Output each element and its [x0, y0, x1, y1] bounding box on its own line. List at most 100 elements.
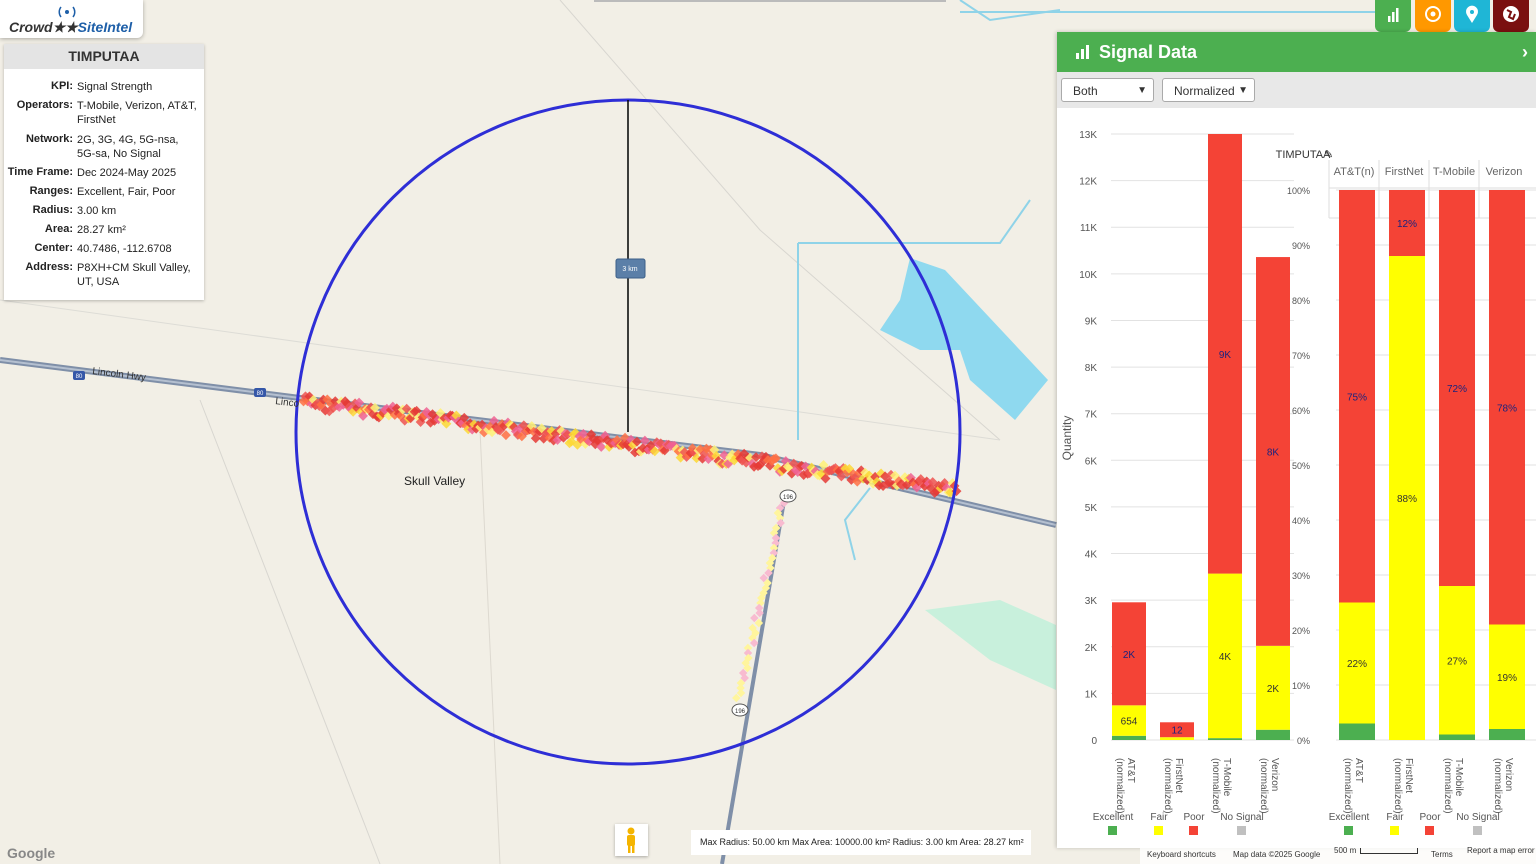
legend-label: No Signal — [1220, 812, 1263, 823]
legend-label: Poor — [1183, 812, 1205, 823]
chevron-down-icon: ▼ — [1137, 85, 1147, 96]
bar-chart-icon — [1388, 8, 1399, 22]
bar-segment — [1160, 737, 1194, 740]
charts-button[interactable] — [1375, 0, 1411, 32]
x-tick-label: (normalized) — [1392, 758, 1403, 814]
y-tick-label: 10% — [1292, 681, 1310, 691]
bar-data-label: 12% — [1397, 219, 1417, 230]
y-tick-label: 30% — [1292, 571, 1310, 581]
mode-select[interactable]: Normalized ▼ — [1162, 78, 1255, 102]
bar-data-label: 12 — [1171, 726, 1183, 737]
google-logo: Google — [7, 845, 56, 861]
x-tick-label: (normalized) — [1258, 758, 1269, 814]
info-key-area: Area: — [44, 223, 73, 235]
collapse-chevron-icon[interactable]: › — [1522, 32, 1528, 72]
y-tick-label: 1K — [1085, 689, 1098, 700]
x-tick-label: FirstNet — [1173, 758, 1184, 793]
mode-value: Normalized — [1174, 84, 1235, 98]
target-button[interactable] — [1415, 0, 1451, 32]
chart-title: TIMPUTAA — [1276, 149, 1331, 161]
keyboard-shortcuts-link[interactable]: Keyboard shortcuts — [1147, 850, 1216, 859]
info-key-center: Center: — [34, 242, 73, 254]
logo-text-siteintel: SiteIntel — [77, 19, 133, 35]
bar-segment — [1208, 738, 1242, 740]
y-tick-label: 40% — [1292, 516, 1310, 526]
y-tick-label: 0 — [1091, 736, 1097, 747]
y-tick-label: 3K — [1085, 596, 1098, 607]
info-key-kpi: KPI: — [51, 80, 73, 92]
target-icon — [1425, 6, 1441, 22]
scale-bar-label: 500 m — [1334, 846, 1357, 855]
legend-swatch — [1154, 826, 1163, 835]
bar-chart-icon — [1076, 45, 1089, 59]
y-tick-label: 9K — [1085, 316, 1098, 327]
table-header: FirstNet — [1385, 166, 1424, 178]
x-tick-label: AT&T — [1353, 758, 1364, 783]
y-tick-label: 100% — [1287, 186, 1310, 196]
info-key-radius: Radius: — [32, 204, 73, 216]
x-tick-label: (normalized) — [1210, 758, 1221, 814]
route-196-label: 196 — [735, 709, 746, 715]
bar-data-label: 8K — [1267, 447, 1280, 458]
info-key-network: Network: — [25, 133, 73, 145]
legend-swatch — [1189, 826, 1198, 835]
legend-swatch — [1237, 826, 1246, 835]
chevron-down-icon: ▼ — [1238, 85, 1248, 96]
location-button[interactable] — [1454, 0, 1490, 32]
bar-segment — [1439, 734, 1475, 740]
x-tick-label: Verizon — [1269, 758, 1280, 791]
x-tick-label: T-Mobile — [1453, 758, 1464, 797]
info-value-operators: T-Mobile, Verizon, AT&T, FirstNet — [77, 100, 197, 126]
y-tick-label: 90% — [1292, 241, 1310, 251]
route-80-label-2: 80 — [257, 391, 264, 397]
x-tick-label: (normalized) — [1114, 758, 1125, 814]
info-value-ranges: Excellent, Fair, Poor — [77, 186, 176, 198]
y-tick-label: 5K — [1085, 503, 1098, 514]
info-value-kpi: Signal Strength — [77, 81, 153, 93]
y-axis-label: Quantity — [1060, 416, 1074, 461]
terms-link[interactable]: Terms — [1431, 850, 1453, 859]
legend-swatch — [1473, 826, 1482, 835]
y-tick-label: 60% — [1292, 406, 1310, 416]
y-tick-label: 10K — [1079, 270, 1097, 281]
bar-data-label: 78% — [1497, 403, 1517, 414]
y-tick-label: 8K — [1085, 363, 1098, 374]
y-tick-label: 70% — [1292, 351, 1310, 361]
y-tick-label: 2K — [1085, 643, 1098, 654]
logo-text-crowd: Crowd — [9, 19, 53, 35]
info-value-area: 28.27 km² — [77, 224, 126, 236]
bar-segment — [1256, 729, 1290, 740]
bar-data-label: 2K — [1123, 650, 1136, 661]
app-logo[interactable]: Crowd★★SiteIntel — [0, 0, 143, 38]
bar-data-label: 9K — [1219, 350, 1232, 361]
legend-swatch — [1108, 826, 1117, 835]
x-tick-label: T-Mobile — [1221, 758, 1232, 797]
table-header: AT&T(n) — [1334, 166, 1375, 178]
operator-filter-select[interactable]: Both ▼ — [1061, 78, 1154, 102]
legend-label: Excellent — [1329, 812, 1370, 823]
bar-data-label: 4K — [1219, 652, 1232, 663]
bar-segment — [1112, 735, 1146, 740]
y-tick-label: 50% — [1292, 461, 1310, 471]
bar-data-label: 654 — [1121, 717, 1138, 728]
y-tick-label: 6K — [1085, 456, 1098, 467]
y-tick-label: 12K — [1079, 177, 1097, 188]
report-error-link[interactable]: Report a map error — [1467, 846, 1535, 855]
location-pin-icon — [1466, 5, 1478, 23]
info-value-timeframe: Dec 2024-May 2025 — [77, 167, 177, 179]
y-tick-label: 0% — [1297, 736, 1310, 746]
route-196-label-2: 196 — [783, 495, 794, 501]
table-header: T-Mobile — [1433, 166, 1475, 178]
y-tick-label: 4K — [1085, 550, 1098, 561]
legend-label: Excellent — [1093, 812, 1134, 823]
place-label: Skull Valley — [404, 474, 465, 488]
x-tick-label: (normalized) — [1492, 758, 1503, 814]
edit-pencil-icon: ✎ — [1324, 149, 1333, 161]
table-header: Verizon — [1486, 166, 1523, 178]
y-tick-label: 80% — [1292, 296, 1310, 306]
x-tick-label: (normalized) — [1442, 758, 1453, 814]
globe-button[interactable] — [1493, 0, 1529, 32]
legend-label: No Signal — [1456, 812, 1499, 823]
legend-label: Fair — [1150, 812, 1168, 823]
street-view-pegman[interactable] — [615, 824, 648, 856]
